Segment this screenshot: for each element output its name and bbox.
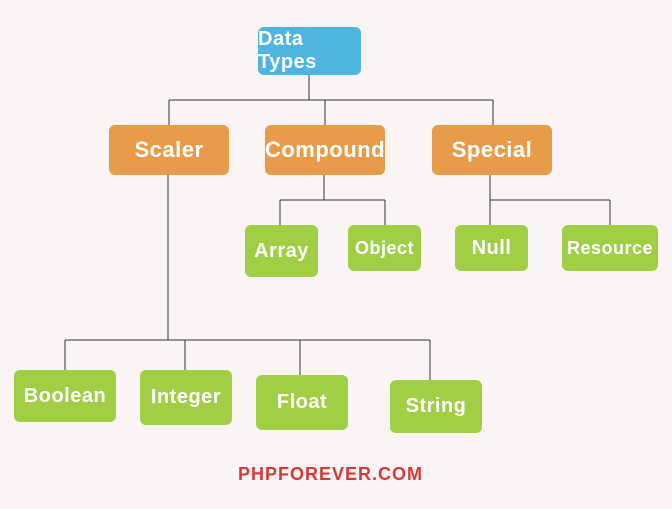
node-float: Float (256, 375, 348, 430)
node-label: Float (277, 391, 327, 414)
node-label: Boolean (24, 385, 106, 408)
node-resource: Resource (562, 225, 658, 271)
node-label: Compound (265, 137, 385, 163)
node-string: String (390, 380, 482, 433)
node-label: Integer (151, 386, 221, 409)
node-label: Data Types (258, 28, 361, 74)
node-label: Object (355, 238, 414, 259)
node-label: Scaler (134, 137, 203, 163)
node-scaler: Scaler (109, 125, 229, 175)
node-label: Resource (567, 238, 653, 259)
node-label: String (406, 395, 467, 418)
node-compound: Compound (265, 125, 385, 175)
node-array: Array (245, 225, 318, 277)
node-special: Special (432, 125, 552, 175)
node-null: Null (455, 225, 528, 271)
node-object: Object (348, 225, 421, 271)
footer-text: PHPFOREVER.COM (238, 464, 423, 485)
node-label: Special (452, 137, 533, 163)
node-data-types: Data Types (258, 27, 361, 75)
node-label: Null (472, 237, 512, 260)
node-integer: Integer (140, 370, 232, 425)
node-label: Array (254, 240, 309, 263)
node-boolean: Boolean (14, 370, 116, 422)
